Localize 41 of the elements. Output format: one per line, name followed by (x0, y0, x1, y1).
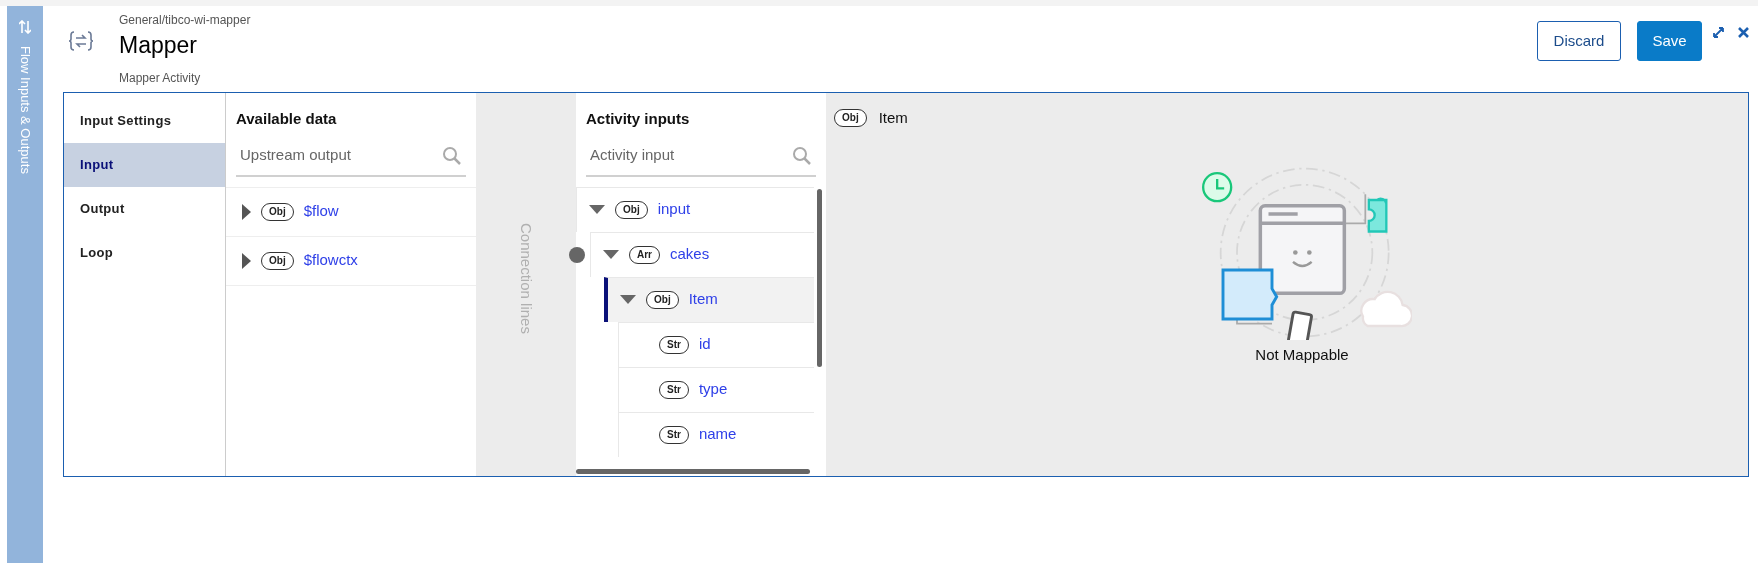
tree-row[interactable]: Str name (618, 411, 814, 457)
type-badge: Obj (615, 200, 648, 219)
field-name: $flowctx (303, 250, 358, 271)
panel-title: Available data (236, 109, 338, 129)
tree-row[interactable]: Obj $flowctx (226, 236, 476, 286)
nav-tab[interactable]: Input (64, 143, 225, 187)
type-badge: Str (659, 425, 689, 444)
type-badge: Obj (261, 202, 294, 221)
nav-tab[interactable]: Output (64, 187, 225, 231)
detail-name: Item (878, 108, 908, 128)
tree-row[interactable]: Obj input (576, 186, 814, 232)
field-name: name (698, 424, 737, 445)
panel-title: Activity inputs (586, 109, 691, 129)
type-badge: Obj (261, 251, 294, 270)
type-badge: Str (659, 335, 689, 354)
search-input[interactable]: Upstream output (240, 144, 442, 167)
page-title: Mapper (119, 31, 198, 60)
field-name: type (698, 379, 728, 400)
tree-row[interactable]: Str id (618, 321, 814, 367)
field-name: input (657, 199, 691, 220)
page-subtitle: Mapper Activity (119, 70, 202, 87)
tree-row[interactable]: Obj Item (604, 276, 814, 322)
type-badge: Obj (646, 290, 679, 309)
nav-tab[interactable]: Input Settings (64, 99, 225, 143)
type-badge: Str (659, 380, 689, 399)
field-name: Item (688, 289, 718, 310)
connection-lines-label: Connection lines (517, 223, 537, 334)
search-input[interactable]: Activity input (590, 144, 792, 167)
field-name: id (698, 334, 711, 355)
type-badge: Arr (629, 245, 660, 264)
not-mappable-message: Not Mappable (1255, 344, 1349, 365)
field-name: $flow (303, 201, 339, 222)
field-name: cakes (670, 244, 710, 265)
type-badge: Obj (834, 109, 867, 128)
breadcrumb: General/tibco-wi-mapper (119, 12, 251, 29)
discard-button[interactable]: Discard (1537, 21, 1621, 61)
save-button[interactable]: Save (1637, 21, 1702, 61)
side-tab-label: Flow Inputs & Outputs (16, 46, 34, 174)
tree-row[interactable]: Obj $flow (226, 187, 476, 237)
tree-row[interactable]: Str type (618, 366, 814, 412)
nav-tab[interactable]: Loop (64, 231, 225, 275)
